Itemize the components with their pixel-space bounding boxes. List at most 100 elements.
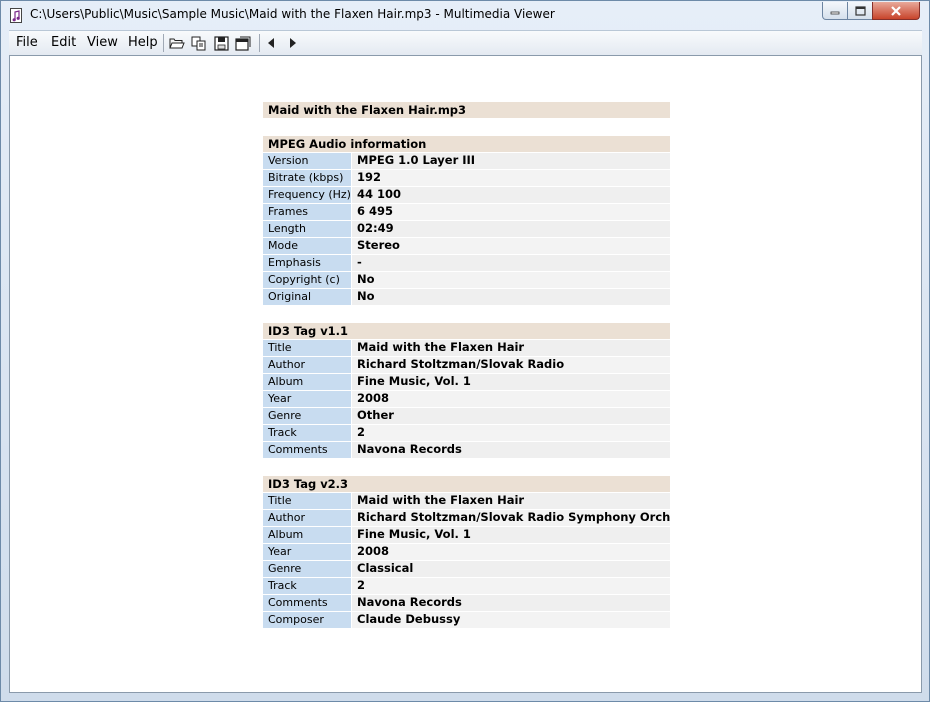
table-row: Title Maid with the Flaxen Hair <box>263 493 670 509</box>
field-label: Title <box>263 340 351 356</box>
table-row: Length 02:49 <box>263 221 670 237</box>
field-label: Copyright (c) <box>263 272 351 288</box>
table-row: Album Fine Music, Vol. 1 <box>263 374 670 390</box>
field-label: Original <box>263 289 351 305</box>
field-label: Genre <box>263 408 351 424</box>
field-label: Emphasis <box>263 255 351 271</box>
field-value: Fine Music, Vol. 1 <box>352 527 670 543</box>
table-row: Track 2 <box>263 578 670 594</box>
field-value: Navona Records <box>352 595 670 611</box>
field-label: Track <box>263 425 351 441</box>
app-window: C:\Users\Public\Music\Sample Music\Maid … <box>0 0 930 702</box>
table-row: Comments Navona Records <box>263 595 670 611</box>
field-value: 2008 <box>352 391 670 407</box>
field-label: Composer <box>263 612 351 628</box>
close-button[interactable] <box>872 2 920 20</box>
file-name-heading: Maid with the Flaxen Hair.mp3 <box>263 102 670 118</box>
content-pane[interactable]: Maid with the Flaxen Hair.mp3 MPEG Audio… <box>9 55 922 693</box>
table-row: Genre Other <box>263 408 670 424</box>
table-row: Year 2008 <box>263 544 670 560</box>
field-value: Navona Records <box>352 442 670 458</box>
field-label: Album <box>263 527 351 543</box>
field-value: 02:49 <box>352 221 670 237</box>
field-label: Frames <box>263 204 351 220</box>
maximize-button[interactable] <box>847 2 873 20</box>
field-value: 192 <box>352 170 670 186</box>
table-row: Composer Claude Debussy <box>263 612 670 628</box>
id3v2-section: ID3 Tag v2.3 Title Maid with the Flaxen H… <box>263 476 670 628</box>
field-label: Track <box>263 578 351 594</box>
field-value: 6 495 <box>352 204 670 220</box>
field-label: Album <box>263 374 351 390</box>
menu-view[interactable]: View <box>87 35 118 50</box>
section-title: ID3 Tag v1.1 <box>263 323 670 339</box>
field-value: Fine Music, Vol. 1 <box>352 374 670 390</box>
field-value: Richard Stoltzman/Slovak Radio <box>352 357 670 373</box>
field-value: 2 <box>352 578 670 594</box>
field-value: Maid with the Flaxen Hair <box>352 493 670 509</box>
table-row: Frames 6 495 <box>263 204 670 220</box>
field-label: Author <box>263 510 351 526</box>
table-row: Mode Stereo <box>263 238 670 254</box>
field-label: Comments <box>263 442 351 458</box>
copy-icon[interactable] <box>190 34 208 52</box>
table-row: Year 2008 <box>263 391 670 407</box>
music-file-icon[interactable] <box>10 8 22 23</box>
table-row: Bitrate (kbps) 192 <box>263 170 670 186</box>
field-value: Claude Debussy <box>352 612 670 628</box>
next-icon[interactable] <box>284 34 302 52</box>
section-title: MPEG Audio information <box>263 136 670 152</box>
table-row: Title Maid with the Flaxen Hair <box>263 340 670 356</box>
field-label: Comments <box>263 595 351 611</box>
field-label: Genre <box>263 561 351 577</box>
field-label: Version <box>263 153 351 169</box>
field-label: Year <box>263 544 351 560</box>
field-label: Mode <box>263 238 351 254</box>
minimize-button[interactable] <box>822 2 848 20</box>
menu-bar: File Edit View Help <box>9 30 922 56</box>
field-value: Stereo <box>352 238 670 254</box>
table-row: Genre Classical <box>263 561 670 577</box>
open-folder-icon[interactable] <box>168 34 186 52</box>
field-value: No <box>352 289 670 305</box>
table-row: Copyright (c) No <box>263 272 670 288</box>
table-row: Album Fine Music, Vol. 1 <box>263 527 670 543</box>
field-value: - <box>352 255 670 271</box>
id3v1-section: ID3 Tag v1.1 Title Maid with the Flaxen H… <box>263 323 670 458</box>
field-value: Other <box>352 408 670 424</box>
menu-file[interactable]: File <box>16 35 38 50</box>
toolbar-separator <box>259 34 260 52</box>
table-row: Comments Navona Records <box>263 442 670 458</box>
media-info-panel: Maid with the Flaxen Hair.mp3 MPEG Audio… <box>263 102 670 646</box>
field-value: 44 100 <box>352 187 670 203</box>
title-bar[interactable]: C:\Users\Public\Music\Sample Music\Maid … <box>1 1 929 30</box>
toolbar-separator <box>163 34 164 52</box>
field-value: 2 <box>352 425 670 441</box>
table-row: Author Richard Stoltzman/Slovak Radio <box>263 357 670 373</box>
field-label: Title <box>263 493 351 509</box>
window-icon[interactable] <box>234 34 252 52</box>
field-value: MPEG 1.0 Layer III <box>352 153 670 169</box>
table-row: Frequency (Hz) 44 100 <box>263 187 670 203</box>
mpeg-info-section: MPEG Audio information Version MPEG 1.0 L… <box>263 136 670 305</box>
menu-help[interactable]: Help <box>128 35 158 50</box>
table-row: Author Richard Stoltzman/Slovak Radio Sym… <box>263 510 670 526</box>
field-label: Length <box>263 221 351 237</box>
section-title: ID3 Tag v2.3 <box>263 476 670 492</box>
table-row: Original No <box>263 289 670 305</box>
field-value: Maid with the Flaxen Hair <box>352 340 670 356</box>
previous-icon[interactable] <box>262 34 280 52</box>
save-icon[interactable] <box>212 34 230 52</box>
field-label: Author <box>263 357 351 373</box>
table-row: Emphasis - <box>263 255 670 271</box>
field-value: 2008 <box>352 544 670 560</box>
field-label: Frequency (Hz) <box>263 187 351 203</box>
menu-edit[interactable]: Edit <box>51 35 76 50</box>
field-value: Richard Stoltzman/Slovak Radio Symphony … <box>352 510 670 526</box>
field-value: No <box>352 272 670 288</box>
table-row: Version MPEG 1.0 Layer III <box>263 153 670 169</box>
field-value: Classical <box>352 561 670 577</box>
window-title: C:\Users\Public\Music\Sample Music\Maid … <box>30 7 555 21</box>
field-label: Year <box>263 391 351 407</box>
table-row: Track 2 <box>263 425 670 441</box>
